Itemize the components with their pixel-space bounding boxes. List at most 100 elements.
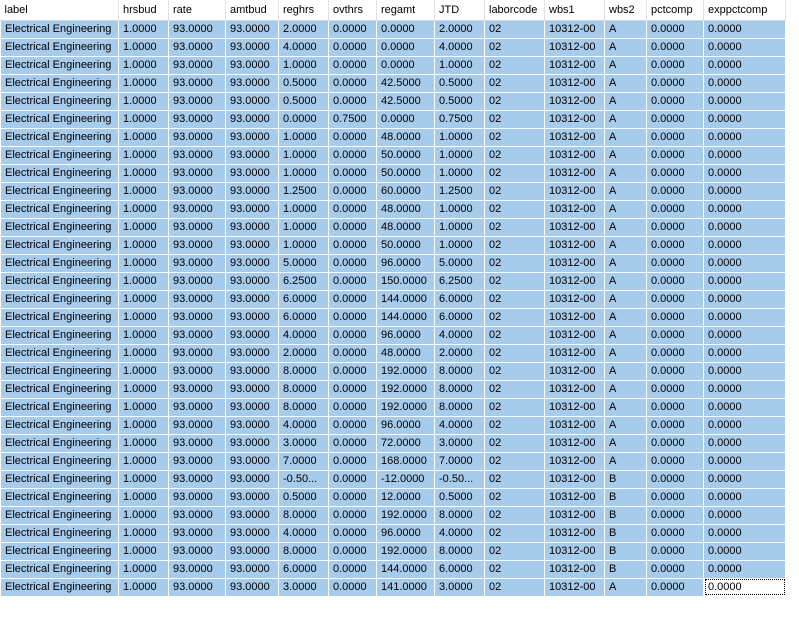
cell-rate[interactable]: 93.0000 [168, 451, 226, 471]
column-header-pctcomp[interactable]: pctcomp [646, 0, 704, 21]
cell-label[interactable]: Electrical Engineering [0, 181, 119, 201]
cell-jtd[interactable]: 5.0000 [434, 253, 485, 273]
cell-regamt[interactable]: 96.0000 [376, 415, 435, 435]
cell-regamt[interactable]: 48.0000 [376, 343, 435, 363]
cell-ovthrs[interactable]: 0.0000 [328, 541, 377, 561]
cell-amtbud[interactable]: 93.0000 [225, 199, 279, 219]
cell-wbs1[interactable]: 10312-00 [544, 307, 605, 327]
cell-reghrs[interactable]: 1.0000 [278, 163, 329, 183]
cell-rate[interactable]: 93.0000 [168, 37, 226, 57]
cell-ovthrs[interactable]: 0.0000 [328, 415, 377, 435]
cell-amtbud[interactable]: 93.0000 [225, 379, 279, 399]
cell-reghrs[interactable]: 1.2500 [278, 181, 329, 201]
cell-label[interactable]: Electrical Engineering [0, 397, 119, 417]
cell-label[interactable]: Electrical Engineering [0, 253, 119, 273]
cell-jtd[interactable]: 6.0000 [434, 559, 485, 579]
cell-exppctcomp[interactable]: 0.0000 [703, 451, 786, 471]
cell-jtd[interactable]: 7.0000 [434, 451, 485, 471]
cell-ovthrs[interactable]: 0.0000 [328, 73, 377, 93]
cell-jtd[interactable]: 0.5000 [434, 91, 485, 111]
cell-amtbud[interactable]: 93.0000 [225, 559, 279, 579]
cell-jtd[interactable]: 4.0000 [434, 37, 485, 57]
cell-pctcomp[interactable]: 0.0000 [646, 487, 704, 507]
cell-laborcode[interactable]: 02 [484, 577, 545, 597]
table-row[interactable]: Electrical Engineering 1.0000 93.0000 93.00… [0, 469, 786, 489]
cell-exppctcomp[interactable]: 0.0000 [703, 415, 786, 435]
cell-reghrs[interactable]: 1.0000 [278, 145, 329, 165]
cell-wbs1[interactable]: 10312-00 [544, 235, 605, 255]
table-row[interactable]: Electrical Engineering 1.0000 93.0000 93.00… [0, 307, 786, 327]
cell-wbs2[interactable]: A [604, 577, 647, 597]
cell-jtd[interactable]: 6.0000 [434, 289, 485, 309]
cell-label[interactable]: Electrical Engineering [0, 433, 119, 453]
cell-pctcomp[interactable]: 0.0000 [646, 397, 704, 417]
table-row[interactable]: Electrical Engineering 1.0000 93.0000 93.00… [0, 109, 786, 129]
cell-laborcode[interactable]: 02 [484, 271, 545, 291]
cell-hrsbud[interactable]: 1.0000 [118, 127, 169, 147]
cell-rate[interactable]: 93.0000 [168, 217, 226, 237]
cell-reghrs[interactable]: 6.0000 [278, 289, 329, 309]
cell-ovthrs[interactable]: 0.0000 [328, 487, 377, 507]
cell-ovthrs[interactable]: 0.0000 [328, 181, 377, 201]
cell-rate[interactable]: 93.0000 [168, 559, 226, 579]
cell-jtd[interactable]: 8.0000 [434, 397, 485, 417]
column-header-jtd[interactable]: JTD [434, 0, 485, 21]
cell-wbs2[interactable]: A [604, 343, 647, 363]
cell-wbs2[interactable]: B [604, 505, 647, 525]
cell-amtbud[interactable]: 93.0000 [225, 469, 279, 489]
cell-laborcode[interactable]: 02 [484, 505, 545, 525]
cell-regamt[interactable]: 48.0000 [376, 127, 435, 147]
cell-pctcomp[interactable]: 0.0000 [646, 91, 704, 111]
cell-amtbud[interactable]: 93.0000 [225, 397, 279, 417]
cell-hrsbud[interactable]: 1.0000 [118, 145, 169, 165]
table-row[interactable]: Electrical Engineering 1.0000 93.0000 93.00… [0, 145, 786, 165]
cell-hrsbud[interactable]: 1.0000 [118, 235, 169, 255]
cell-ovthrs[interactable]: 0.0000 [328, 91, 377, 111]
cell-amtbud[interactable]: 93.0000 [225, 361, 279, 381]
cell-wbs2[interactable]: A [604, 55, 647, 75]
cell-laborcode[interactable]: 02 [484, 217, 545, 237]
cell-ovthrs[interactable]: 0.0000 [328, 577, 377, 597]
cell-regamt[interactable]: 0.0000 [376, 19, 435, 39]
cell-hrsbud[interactable]: 1.0000 [118, 505, 169, 525]
cell-label[interactable]: Electrical Engineering [0, 577, 119, 597]
cell-wbs1[interactable]: 10312-00 [544, 541, 605, 561]
cell-reghrs[interactable]: 3.0000 [278, 433, 329, 453]
cell-amtbud[interactable]: 93.0000 [225, 91, 279, 111]
table-row[interactable]: Electrical Engineering 1.0000 93.0000 93.00… [0, 433, 786, 453]
cell-regamt[interactable]: 48.0000 [376, 217, 435, 237]
cell-label[interactable]: Electrical Engineering [0, 541, 119, 561]
cell-pctcomp[interactable]: 0.0000 [646, 73, 704, 93]
cell-laborcode[interactable]: 02 [484, 541, 545, 561]
cell-ovthrs[interactable]: 0.0000 [328, 253, 377, 273]
cell-exppctcomp[interactable]: 0.0000 [703, 487, 786, 507]
table-row[interactable]: Electrical Engineering 1.0000 93.0000 93.00… [0, 289, 786, 309]
cell-exppctcomp[interactable]: 0.0000 [703, 505, 786, 525]
cell-rate[interactable]: 93.0000 [168, 271, 226, 291]
cell-label[interactable]: Electrical Engineering [0, 217, 119, 237]
cell-laborcode[interactable]: 02 [484, 73, 545, 93]
cell-wbs2[interactable]: A [604, 379, 647, 399]
cell-laborcode[interactable]: 02 [484, 523, 545, 543]
cell-regamt[interactable]: 0.0000 [376, 55, 435, 75]
column-header-hrsbud[interactable]: hrsbud [118, 0, 169, 21]
cell-laborcode[interactable]: 02 [484, 433, 545, 453]
cell-rate[interactable]: 93.0000 [168, 19, 226, 39]
column-header-ovthrs[interactable]: ovthrs [328, 0, 377, 21]
cell-rate[interactable]: 93.0000 [168, 577, 226, 597]
cell-wbs2[interactable]: A [604, 19, 647, 39]
cell-pctcomp[interactable]: 0.0000 [646, 379, 704, 399]
cell-amtbud[interactable]: 93.0000 [225, 433, 279, 453]
cell-jtd[interactable]: 3.0000 [434, 577, 485, 597]
cell-reghrs[interactable]: 1.0000 [278, 127, 329, 147]
cell-wbs1[interactable]: 10312-00 [544, 109, 605, 129]
table-row[interactable]: Electrical Engineering 1.0000 93.0000 93.00… [0, 271, 786, 291]
cell-label[interactable]: Electrical Engineering [0, 235, 119, 255]
cell-jtd[interactable]: 6.0000 [434, 307, 485, 327]
cell-regamt[interactable]: 141.0000 [376, 577, 435, 597]
cell-wbs2[interactable]: B [604, 523, 647, 543]
cell-amtbud[interactable]: 93.0000 [225, 163, 279, 183]
cell-jtd[interactable]: 4.0000 [434, 523, 485, 543]
cell-hrsbud[interactable]: 1.0000 [118, 343, 169, 363]
cell-pctcomp[interactable]: 0.0000 [646, 253, 704, 273]
